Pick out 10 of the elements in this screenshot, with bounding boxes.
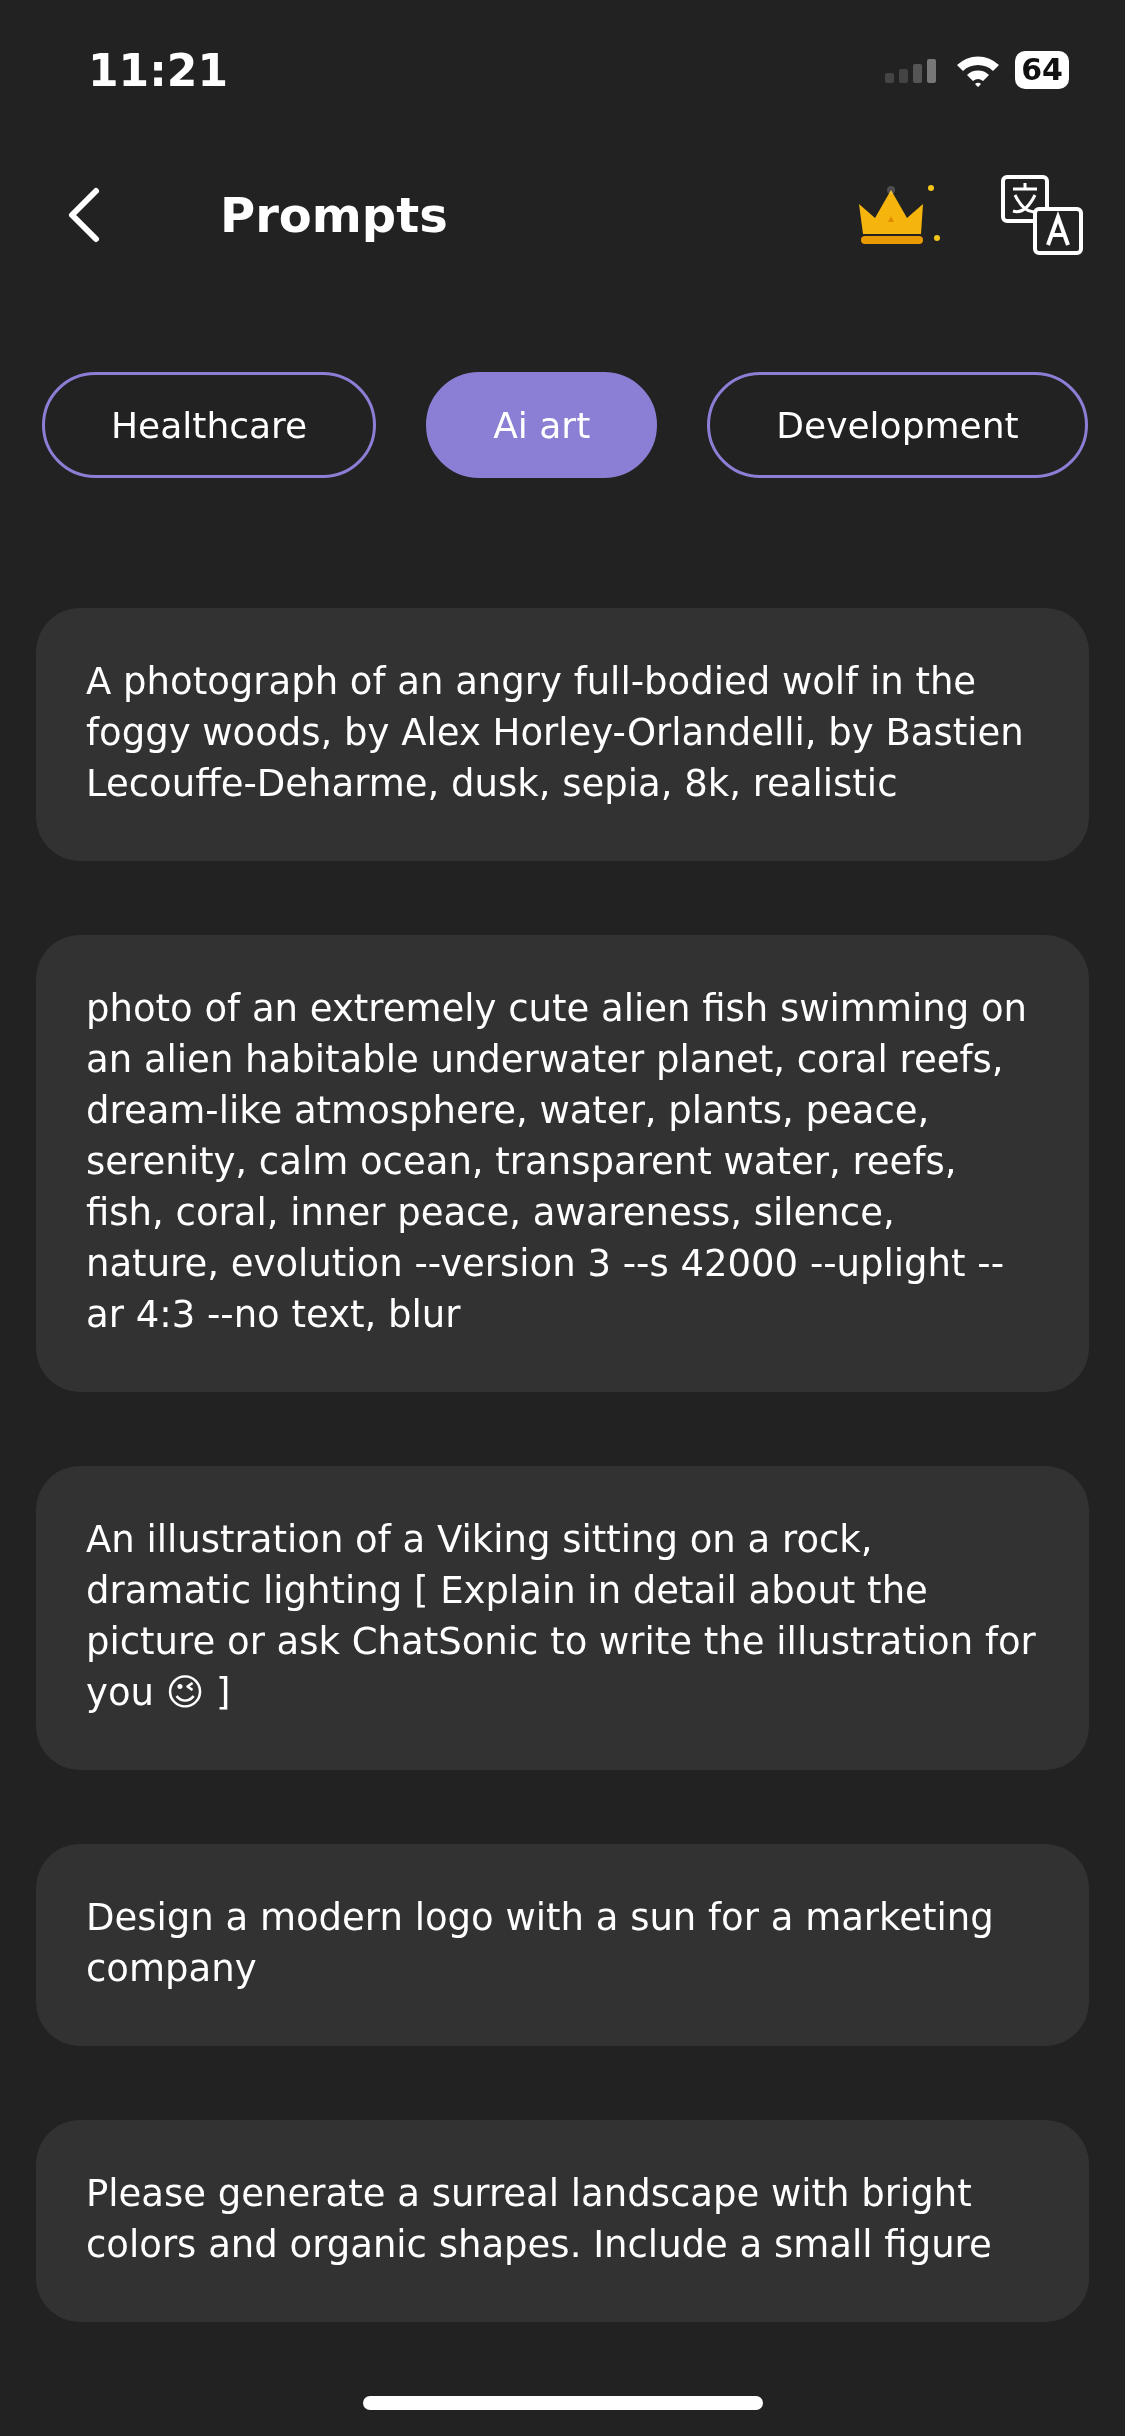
prompt-card[interactable]: photo of an extremely cute alien fish swimming on an alien habitable underwater planet, coral reefs, dream-like atmosphere, water, plants, peace, serenity, calm ocean, transparent water, reefs, fish, coral, inner peace, awareness, silence, nature, evolution --version 3 --s 42000 --uplight --ar 4:3 --no text, blur bbox=[36, 935, 1089, 1392]
page-title: Prompts bbox=[220, 187, 449, 243]
battery-level: 64 bbox=[1015, 51, 1069, 89]
status-time: 11:21 bbox=[88, 44, 230, 96]
prompt-card[interactable]: Design a modern logo with a sun for a marketing company bbox=[36, 1844, 1089, 2046]
category-tab[interactable]: Development bbox=[707, 372, 1088, 478]
prompt-card[interactable]: Please generate a surreal landscape with bright colors and organic shapes. Include a small figure bbox=[36, 2120, 1089, 2322]
prompt-card[interactable]: An illustration of a Viking sitting on a rock, dramatic lighting [ Explain in detail about the picture or ask ChatSonic to write the illustration for you 😉 ] bbox=[36, 1466, 1089, 1770]
category-tab[interactable]: Healthcare bbox=[42, 372, 377, 478]
prompt-card[interactable]: A photograph of an angry full-bodied wolf in the foggy woods, by Alex Horley-Orlandelli, by Bastien Lecouffe-Deharme, dusk, sepia, 8k, realistic bbox=[36, 608, 1089, 861]
